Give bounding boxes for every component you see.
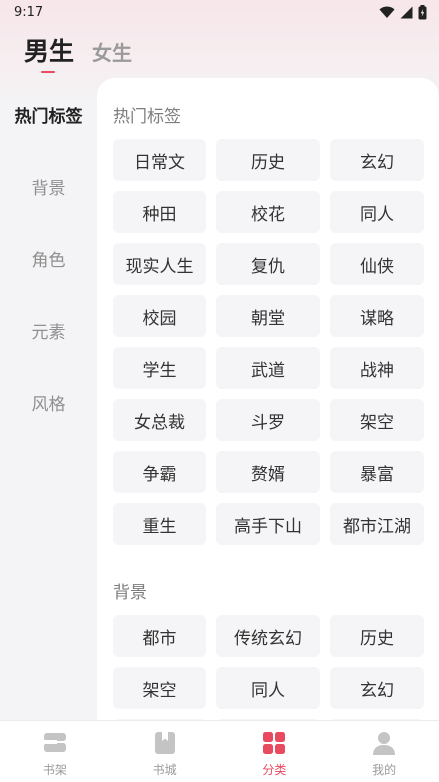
nav-category[interactable]: 分类 bbox=[220, 721, 330, 782]
tag-chip[interactable]: 谋略 bbox=[330, 295, 424, 337]
battery-icon bbox=[418, 4, 427, 19]
bookstore-icon bbox=[154, 732, 175, 754]
nav-label-bookshelf: 书架 bbox=[42, 763, 67, 777]
tag-panel[interactable]: 热门标签 日常文 历史 玄幻 种田 校花 同人 现实人生 复仇 仙侠 校园 朝堂 谋略 学生 武道 战神 女总… bbox=[97, 78, 439, 720]
tag-chip[interactable]: 暴富 bbox=[330, 451, 424, 493]
tag-chip[interactable]: 玄幻 bbox=[330, 667, 424, 709]
tag-chip[interactable]: 校花 bbox=[216, 191, 320, 233]
tag-chip[interactable]: 传统玄幻 bbox=[216, 615, 320, 657]
hot-tags-grid: 日常文 历史 玄幻种田 校花 同人现实人生 复仇 仙侠校园 朝堂 谋略学生 武道 战神女总裁 斗罗 架空… bbox=[113, 139, 424, 545]
sidebar-item-hot-tags[interactable]: 热门标签 bbox=[0, 102, 97, 127]
sidebar-item-element[interactable]: 元素 bbox=[0, 318, 97, 343]
wifi-icon bbox=[379, 6, 395, 18]
nav-bookshelf[interactable]: 书架 bbox=[0, 721, 110, 782]
status-time: 9:17 bbox=[14, 4, 44, 20]
sidebar-item-background[interactable]: 背景 bbox=[0, 174, 97, 199]
tab-active-indicator bbox=[41, 71, 55, 73]
nav-label-bookstore: 书城 bbox=[152, 763, 177, 777]
tag-chip[interactable]: 日常文 bbox=[113, 139, 206, 181]
tag-chip[interactable]: 高手下山 bbox=[216, 503, 320, 545]
nav-label-category: 分类 bbox=[262, 763, 287, 777]
tag-chip[interactable]: 种田 bbox=[113, 191, 206, 233]
tag-chip[interactable]: 复仇 bbox=[216, 243, 320, 285]
nav-label-profile: 我的 bbox=[372, 763, 397, 777]
nav-bookstore[interactable]: 书城 bbox=[110, 721, 220, 782]
category-icon bbox=[263, 732, 286, 754]
tag-chip[interactable]: 架空 bbox=[113, 667, 206, 709]
status-bar: 9:17 bbox=[0, 0, 439, 24]
tag-chip[interactable]: 历史 bbox=[330, 615, 424, 657]
bookshelf-icon bbox=[43, 733, 66, 752]
bottom-nav: 书架 书城 分类 我的 bbox=[0, 720, 439, 782]
profile-icon bbox=[373, 732, 396, 755]
tag-chip[interactable]: 朝堂 bbox=[216, 295, 320, 337]
tag-chip[interactable]: 赘婿 bbox=[216, 451, 320, 493]
tab-male[interactable]: 男生 bbox=[24, 32, 74, 68]
tag-chip[interactable]: 争霸 bbox=[113, 451, 206, 493]
tag-chip[interactable]: 仙侠 bbox=[330, 243, 424, 285]
tag-chip[interactable]: 学生 bbox=[113, 347, 206, 389]
status-icons bbox=[379, 4, 427, 20]
signal-icon bbox=[400, 6, 413, 18]
section-title-hot-tags: 热门标签 bbox=[113, 107, 181, 127]
tag-chip[interactable]: 玄幻 bbox=[330, 139, 424, 181]
tag-chip[interactable]: 战神 bbox=[330, 347, 424, 389]
background-tags-grid: 都市 传统玄幻 历史架空 同人 玄幻 bbox=[113, 615, 424, 720]
tag-chip[interactable]: 历史 bbox=[216, 139, 320, 181]
tag-chip[interactable]: 都市 bbox=[113, 615, 206, 657]
tag-chip[interactable]: 女总裁 bbox=[113, 399, 206, 441]
gender-tabs: 男生 女生 bbox=[24, 32, 132, 68]
category-sidebar: 热门标签 背景 角色 元素 风格 bbox=[0, 78, 97, 718]
tag-chip[interactable]: 架空 bbox=[330, 399, 424, 441]
tag-chip[interactable]: 同人 bbox=[216, 667, 320, 709]
tag-chip[interactable]: 校园 bbox=[113, 295, 206, 337]
tag-chip[interactable]: 重生 bbox=[113, 503, 206, 545]
nav-profile[interactable]: 我的 bbox=[329, 721, 439, 782]
tag-chip[interactable]: 斗罗 bbox=[216, 399, 320, 441]
tag-chip[interactable]: 武道 bbox=[216, 347, 320, 389]
sidebar-item-role[interactable]: 角色 bbox=[0, 246, 97, 271]
tag-chip[interactable]: 都市江湖 bbox=[330, 503, 424, 545]
tag-chip[interactable]: 现实人生 bbox=[113, 243, 206, 285]
tag-chip[interactable]: 同人 bbox=[330, 191, 424, 233]
sidebar-item-style[interactable]: 风格 bbox=[0, 390, 97, 415]
section-title-background: 背景 bbox=[113, 583, 147, 603]
tab-female[interactable]: 女生 bbox=[92, 37, 132, 66]
